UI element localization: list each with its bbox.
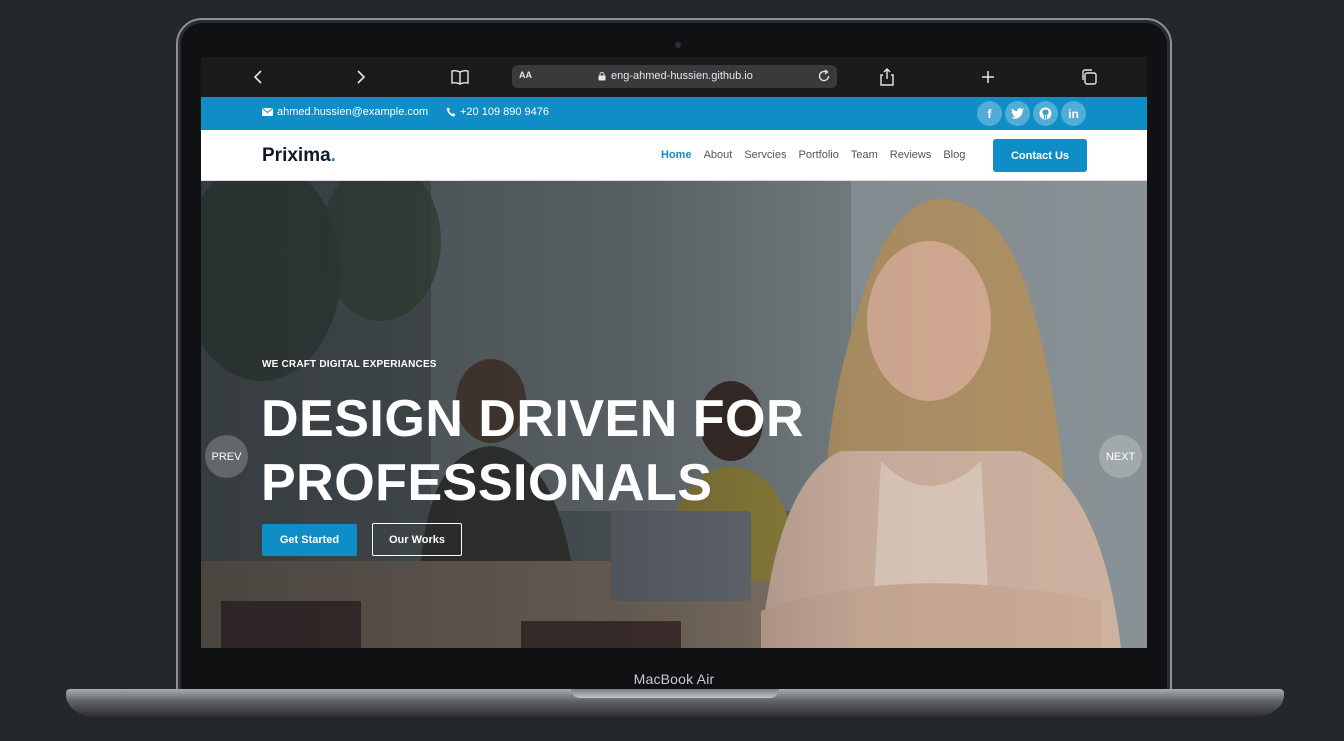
reload-icon[interactable] (816, 68, 832, 84)
next-slide-button[interactable]: NEXT (1099, 435, 1142, 478)
nav-link-portfolio[interactable]: Portfolio (799, 149, 839, 161)
nav-link-about[interactable]: About (704, 149, 733, 161)
email-contact[interactable]: ahmed.hussien@example.com (262, 106, 428, 118)
our-works-button[interactable]: Our Works (372, 523, 462, 556)
linkedin-icon[interactable]: in (1061, 101, 1086, 126)
mail-icon (262, 108, 273, 116)
social-links: f in (977, 101, 1086, 126)
tabs-icon[interactable] (1078, 66, 1100, 88)
hero-eyebrow: WE CRAFT DIGITAL EXPERIANCES (262, 359, 437, 370)
hero-headline-line-2: PROFESSIONALS (261, 454, 713, 512)
logo-dot: . (330, 145, 336, 166)
get-started-button[interactable]: Get Started (262, 524, 357, 556)
contact-us-button[interactable]: Contact Us (993, 139, 1087, 172)
back-icon[interactable] (248, 66, 270, 88)
prev-slide-button[interactable]: PREV (205, 435, 248, 478)
share-icon[interactable] (876, 66, 898, 88)
address-bar[interactable]: AA eng-ahmed-hussien.github.io (512, 65, 837, 88)
nav-link-blog[interactable]: Blog (943, 149, 965, 161)
base-notch (571, 689, 779, 698)
device-label: MacBook Air (633, 671, 715, 687)
hero-headline: DESIGN DRIVEN FOR PROFESSIONALS (261, 387, 804, 515)
new-tab-icon[interactable] (977, 66, 999, 88)
phone-icon (446, 107, 456, 117)
twitter-icon[interactable] (1005, 101, 1030, 126)
email-text: ahmed.hussien@example.com (277, 106, 429, 118)
hero-headline-line-1: DESIGN DRIVEN FOR (261, 390, 804, 448)
hero-slider: WE CRAFT DIGITAL EXPERIANCES DESIGN DRIV… (201, 181, 1147, 648)
bookmarks-icon[interactable] (449, 66, 471, 88)
nav-link-reviews[interactable]: Reviews (890, 149, 932, 161)
nav-link-home[interactable]: Home (661, 149, 692, 161)
reader-button[interactable]: AA (519, 70, 532, 80)
browser-toolbar: AA eng-ahmed-hussien.github.io (201, 57, 1147, 97)
camera (675, 42, 681, 48)
phone-text: +20 109 890 9476 (460, 106, 550, 118)
logo-text: Prixima (262, 145, 331, 166)
facebook-icon[interactable]: f (977, 101, 1002, 126)
lock-icon (598, 72, 606, 81)
github-icon[interactable] (1033, 101, 1058, 126)
site-logo[interactable]: Prixima. (262, 145, 336, 167)
phone-contact[interactable]: +20 109 890 9476 (446, 106, 549, 118)
laptop-base (66, 689, 1284, 717)
screen: AA eng-ahmed-hussien.github.io ahmed.hus… (201, 57, 1147, 648)
nav-link-services[interactable]: Servcies (744, 149, 786, 161)
nav-link-team[interactable]: Team (851, 149, 878, 161)
nav-links: Home About Servcies Portfolio Team Revie… (661, 149, 965, 161)
top-info-bar: ahmed.hussien@example.com +20 109 890 94… (201, 97, 1147, 130)
url-text: eng-ahmed-hussien.github.io (611, 70, 753, 82)
site-navbar: Prixima. Home About Servcies Portfolio T… (201, 130, 1147, 181)
forward-icon[interactable] (349, 66, 371, 88)
